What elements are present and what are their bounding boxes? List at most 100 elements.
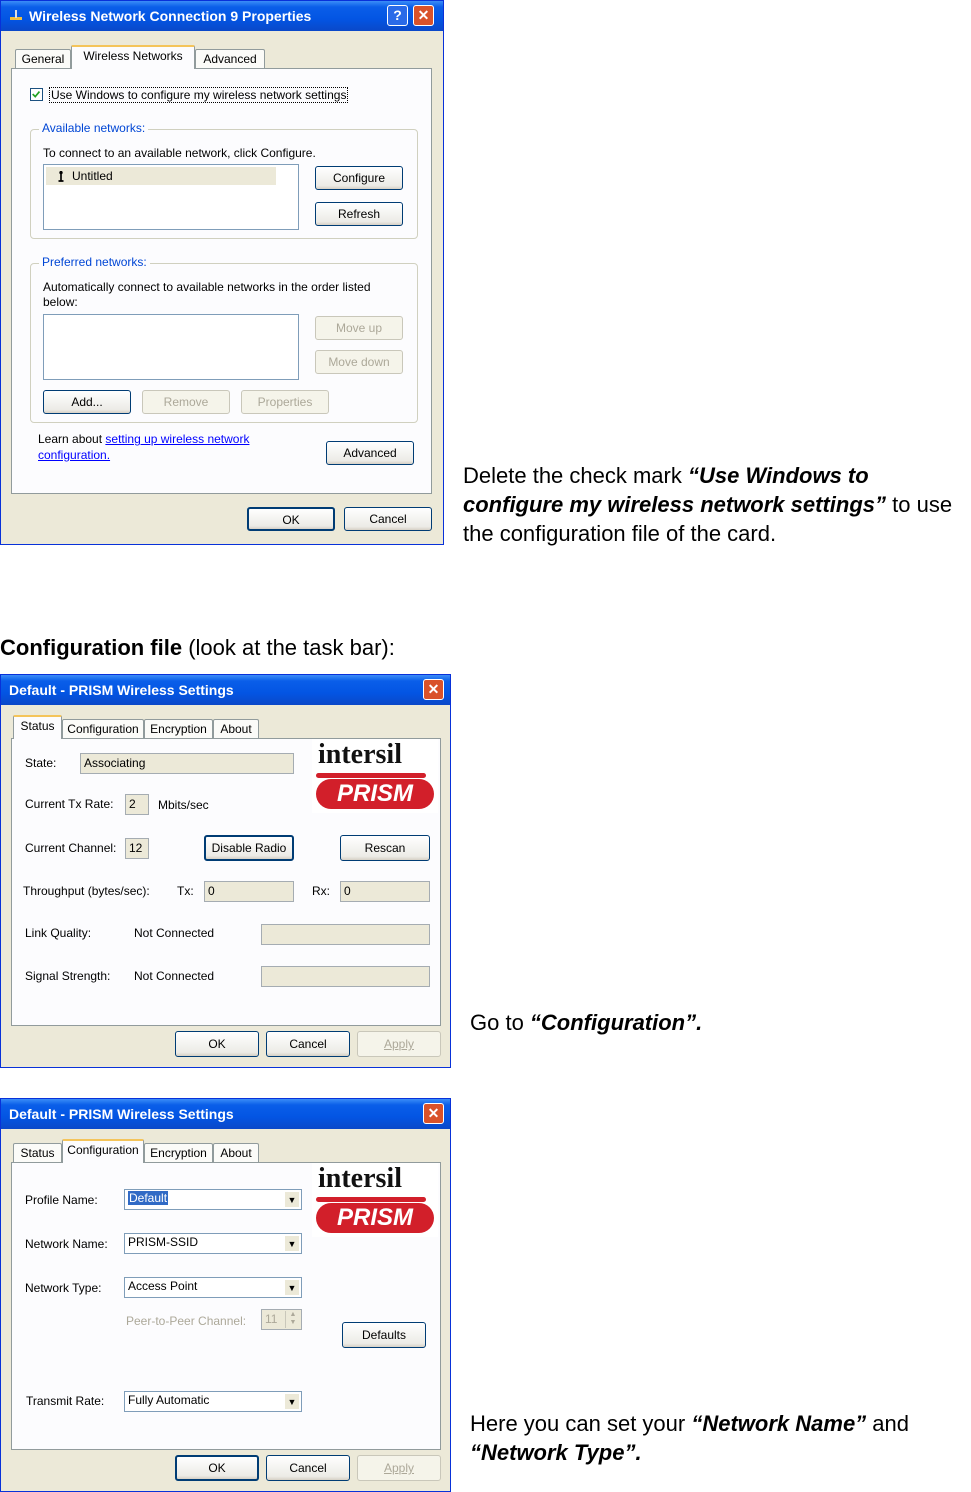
preferred-networks-list[interactable] xyxy=(43,314,299,380)
signal-strength-label: Signal Strength: xyxy=(25,969,111,983)
available-networks-group: Available networks: To connect to an ava… xyxy=(30,121,418,239)
tab-configuration[interactable]: Configuration xyxy=(62,719,144,739)
preferred-networks-title: Preferred networks: xyxy=(39,255,150,269)
transmit-rate-label: Transmit Rate: xyxy=(26,1394,105,1408)
add-button[interactable]: Add... xyxy=(43,390,131,414)
preferred-networks-desc: Automatically connect to available netwo… xyxy=(43,280,371,309)
chevron-down-icon[interactable]: ▼ xyxy=(284,1393,300,1410)
peer-channel-stepper[interactable]: 11 ▲ ▼ xyxy=(261,1309,302,1330)
checkmark-icon xyxy=(32,90,41,98)
status-panel: State: Associating intersil PRISM Curren… xyxy=(11,738,441,1026)
tx-field: 0 xyxy=(204,881,294,902)
tab-advanced[interactable]: Advanced xyxy=(195,49,265,69)
link-quality-bar xyxy=(261,924,430,945)
prism-status-titlebar[interactable]: Default - PRISM Wireless Settings ✕ xyxy=(1,675,450,705)
move-down-button[interactable]: Move down xyxy=(315,350,403,374)
configure-button[interactable]: Configure xyxy=(315,166,403,190)
throughput-label: Throughput (bytes/sec): xyxy=(23,884,150,898)
chevron-down-icon[interactable]: ▼ xyxy=(284,1279,300,1296)
refresh-button[interactable]: Refresh xyxy=(315,202,403,226)
caption-set-emphasis2: “Network Type”. xyxy=(470,1440,642,1465)
window-title: Default - PRISM Wireless Settings xyxy=(9,682,234,698)
close-button[interactable]: ✕ xyxy=(423,1103,444,1124)
profile-name-select[interactable]: Default ▼ xyxy=(124,1189,302,1210)
wireless-networks-panel: Use Windows to configure my wireless net… xyxy=(11,68,432,494)
use-windows-label[interactable]: Use Windows to configure my wireless net… xyxy=(49,87,349,103)
tx-rate-field: 2 xyxy=(125,794,149,815)
tab-configuration[interactable]: Configuration xyxy=(62,1139,144,1163)
caption-go-to-prefix: Go to xyxy=(470,1010,530,1035)
logo-swoosh xyxy=(316,773,426,778)
stepper-arrows-icon[interactable]: ▲ ▼ xyxy=(285,1311,300,1328)
disable-radio-button[interactable]: Disable Radio xyxy=(204,835,294,861)
tab-about[interactable]: About xyxy=(213,719,259,739)
caption-go-to-emphasis: “Configuration”. xyxy=(529,1010,703,1035)
state-field: Associating xyxy=(80,753,294,774)
peer-channel-label: Peer-to-Peer Channel: xyxy=(126,1314,247,1328)
ok-button[interactable]: OK xyxy=(175,1031,259,1057)
cancel-button[interactable]: Cancel xyxy=(266,1031,350,1057)
tab-encryption[interactable]: Encryption xyxy=(144,1143,213,1163)
section-heading-rest: (look at the task bar): xyxy=(182,635,395,660)
learn-about-text: Learn about setting up wireless network … xyxy=(38,431,278,463)
chevron-down-icon[interactable]: ▼ xyxy=(284,1235,300,1252)
prism-config-window: Default - PRISM Wireless Settings ✕ Stat… xyxy=(0,1098,451,1492)
intersil-prism-logo: intersil PRISM xyxy=(312,739,438,813)
defaults-button[interactable]: Defaults xyxy=(342,1322,426,1348)
list-item[interactable]: Untitled xyxy=(46,167,276,185)
remove-button[interactable]: Remove xyxy=(142,390,230,414)
cancel-button[interactable]: Cancel xyxy=(344,507,432,531)
tab-encryption[interactable]: Encryption xyxy=(144,719,213,739)
tab-about[interactable]: About xyxy=(213,1143,259,1163)
caption-set-network: Here you can set your “Network Name” and… xyxy=(470,1409,970,1467)
close-button[interactable]: ✕ xyxy=(413,5,434,26)
apply-button[interactable]: Apply xyxy=(357,1031,441,1057)
network-name-select[interactable]: PRISM-SSID ▼ xyxy=(124,1233,302,1254)
intersil-prism-logo: intersil PRISM xyxy=(312,1163,438,1237)
logo-swoosh xyxy=(316,1197,426,1202)
network-name: Untitled xyxy=(72,169,113,183)
tab-general[interactable]: General xyxy=(15,49,71,69)
move-up-button[interactable]: Move up xyxy=(315,316,403,340)
tab-status[interactable]: Status xyxy=(13,715,62,739)
available-networks-list[interactable]: Untitled xyxy=(43,164,299,230)
window-title: Default - PRISM Wireless Settings xyxy=(9,1106,234,1122)
help-button[interactable]: ? xyxy=(387,5,408,26)
tx-rate-unit: Mbits/sec xyxy=(158,798,209,812)
network-type-label: Network Type: xyxy=(25,1281,102,1295)
properties-window: Wireless Network Connection 9 Properties… xyxy=(0,0,444,545)
rescan-button[interactable]: Rescan xyxy=(340,835,430,861)
prism-config-titlebar[interactable]: Default - PRISM Wireless Settings ✕ xyxy=(1,1099,450,1129)
transmit-rate-select[interactable]: Fully Automatic ▼ xyxy=(124,1391,302,1412)
advanced-button[interactable]: Advanced xyxy=(326,441,414,465)
section-heading-bold: Configuration file xyxy=(0,635,183,660)
preferred-networks-group: Preferred networks: Automatically connec… xyxy=(30,255,418,423)
intersil-logo-text: intersil xyxy=(318,1163,402,1194)
section-heading: Configuration file (look at the task bar… xyxy=(0,633,395,662)
profile-name-label: Profile Name: xyxy=(25,1193,98,1207)
rx-label: Rx: xyxy=(312,884,330,898)
close-button[interactable]: ✕ xyxy=(423,679,444,700)
use-windows-checkbox[interactable] xyxy=(30,88,43,101)
channel-label: Current Channel: xyxy=(25,841,117,855)
apply-button[interactable]: Apply xyxy=(357,1455,441,1481)
profile-name-value: Default xyxy=(128,1191,169,1205)
ok-button[interactable]: OK xyxy=(175,1455,259,1481)
rx-field: 0 xyxy=(340,881,430,902)
tab-status[interactable]: Status xyxy=(13,1143,62,1163)
transmit-rate-value: Fully Automatic xyxy=(128,1393,210,1407)
properties-button[interactable]: Properties xyxy=(241,390,329,414)
window-title: Wireless Network Connection 9 Properties xyxy=(29,8,312,24)
tab-wireless-networks[interactable]: Wireless Networks xyxy=(71,45,195,69)
prism-logo-text: PRISM xyxy=(316,1203,434,1233)
peer-channel-value: 11 xyxy=(265,1312,278,1326)
network-type-select[interactable]: Access Point ▼ xyxy=(124,1277,302,1298)
prism-logo-text: PRISM xyxy=(316,779,434,809)
link-quality-label: Link Quality: xyxy=(25,926,92,940)
ok-button[interactable]: OK xyxy=(247,507,335,531)
cancel-button[interactable]: Cancel xyxy=(266,1455,350,1481)
tx-rate-label: Current Tx Rate: xyxy=(25,797,114,811)
prism-status-window: Default - PRISM Wireless Settings ✕ Stat… xyxy=(0,674,451,1068)
chevron-down-icon[interactable]: ▼ xyxy=(284,1191,300,1208)
properties-titlebar[interactable]: Wireless Network Connection 9 Properties… xyxy=(1,1,443,31)
